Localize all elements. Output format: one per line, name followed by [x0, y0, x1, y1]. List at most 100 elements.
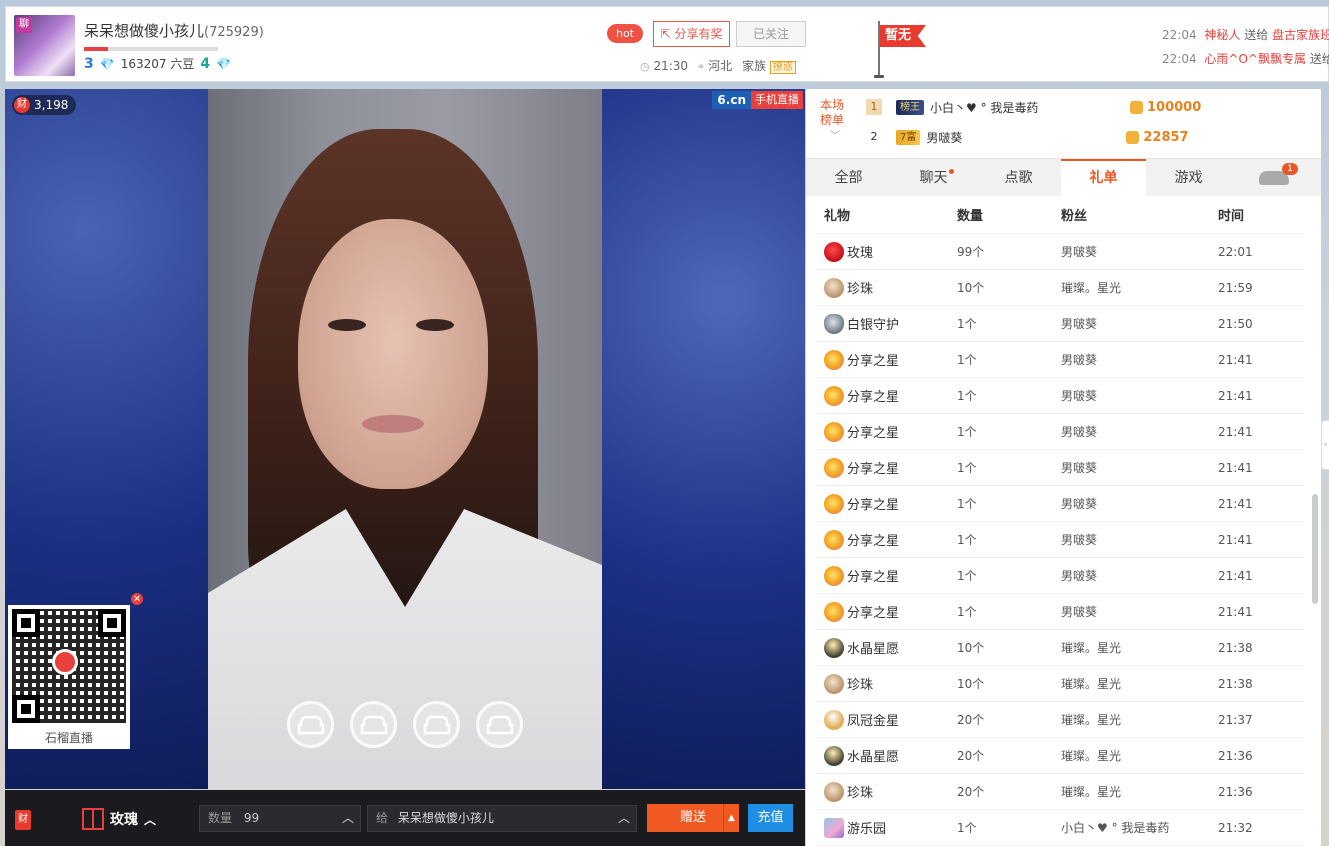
caret-up-icon[interactable]: ▲: [723, 804, 739, 832]
follow-button[interactable]: 已关注: [736, 21, 806, 47]
gift-fan[interactable]: 璀璨。星光: [1061, 639, 1218, 656]
gift-fan[interactable]: 男啵葵: [1061, 567, 1218, 584]
ranking-row[interactable]: 1 榜王 小白丶♥ ° 我是毒药 100000: [866, 94, 1306, 120]
tab-chat[interactable]: 聊天: [891, 159, 976, 197]
sofa-seat[interactable]: [350, 701, 397, 748]
tab-cars[interactable]: 1: [1231, 159, 1316, 197]
room-id: (725929): [204, 25, 264, 40]
rank-score: 100000: [1130, 100, 1201, 115]
gift-fan[interactable]: 男啵葵: [1061, 531, 1218, 548]
gift-fan[interactable]: 男啵葵: [1061, 351, 1218, 368]
sofa-icon: [297, 715, 324, 734]
gift-selector[interactable]: 玫瑰 ︿: [82, 808, 156, 830]
park-gift-icon: [824, 817, 844, 838]
sofa-icon: [360, 715, 387, 734]
anchor-avatar[interactable]: 聊: [14, 15, 75, 76]
share-button[interactable]: ⇱ 分享有奖: [653, 21, 730, 47]
rank-score: 22857: [1126, 130, 1189, 145]
gift-time: 21:37: [1218, 712, 1253, 727]
room-header: 聊 呆呆想做傻小孩儿(725929) 3 💎 163207 六豆 4 💎 hot…: [5, 6, 1329, 82]
send-gift-button[interactable]: 赠送 ▲: [647, 804, 739, 832]
ranking-label[interactable]: 本场榜单 ﹀: [820, 98, 850, 144]
ranking-row[interactable]: 2 7富 男啵葵 22857: [866, 124, 1306, 150]
tab-all[interactable]: 全部: [806, 159, 891, 197]
gift-cell: 珍珠: [816, 673, 957, 694]
chevron-down-icon: ﹀: [830, 131, 840, 142]
table-row: 白银守护 1个 男啵葵 21:50: [816, 306, 1304, 342]
tab-games[interactable]: 游戏: [1146, 159, 1231, 197]
gift-name: 分享之星: [847, 390, 900, 405]
gift-feed-line: 22:04 神秘人 送给 盘古家族班: [1162, 25, 1329, 49]
gift-fan[interactable]: 璀璨。星光: [1061, 711, 1218, 728]
feed-user[interactable]: 心雨^O^飘飘专属: [1204, 52, 1306, 66]
tab-gift-list[interactable]: 礼单: [1061, 159, 1146, 197]
gift-fan[interactable]: 男啵葵: [1061, 603, 1218, 620]
clock-icon: ◷: [640, 59, 650, 73]
star-gift-icon: [824, 385, 844, 406]
recharge-button[interactable]: 充值: [748, 804, 793, 832]
gift-qty: 10个: [957, 281, 985, 295]
quantity-select[interactable]: 数量 99 ︿: [199, 805, 361, 832]
table-row: 分享之星 1个 男啵葵 21:41: [816, 378, 1304, 414]
sofa-seat[interactable]: [287, 701, 334, 748]
gift-fan[interactable]: 男啵葵: [1061, 459, 1218, 476]
gift-cell: 分享之星: [816, 601, 957, 622]
recipient-label: 给: [376, 811, 389, 825]
sofa-seat[interactable]: [413, 701, 460, 748]
gift-name: 珍珠: [847, 786, 874, 801]
gift-fan[interactable]: 男啵葵: [1061, 387, 1218, 404]
mobile-live-tag: 手机直播: [751, 91, 803, 109]
gift-name: 白银守护: [847, 318, 900, 333]
gift-cell: 分享之星: [816, 565, 957, 586]
rank-number: 1: [866, 99, 882, 115]
rank-badge: 榜王: [896, 99, 924, 115]
gift-fan[interactable]: 男啵葵: [1061, 423, 1218, 440]
gift-fan[interactable]: 小白丶♥ ° 我是毒药: [1061, 819, 1218, 836]
tab-songs[interactable]: 点歌: [976, 159, 1061, 197]
gift-qty: 99个: [957, 245, 985, 259]
rose-gift-icon: [824, 241, 844, 262]
gift-name: 珍珠: [847, 282, 874, 297]
sofa-seat[interactable]: [476, 701, 523, 748]
gift-fan[interactable]: 璀璨。星光: [1061, 747, 1218, 764]
tab-chat-label: 聊天: [919, 170, 948, 186]
star-gift-icon: [824, 349, 844, 370]
quantity-label: 数量: [208, 811, 233, 825]
coin-count: 163207 六豆: [120, 57, 195, 71]
gift-time: 21:41: [1218, 568, 1253, 583]
gift-time: 21:36: [1218, 748, 1253, 763]
wealth-icon[interactable]: 财: [15, 810, 31, 830]
table-row: 分享之星 1个 男啵葵 21:41: [816, 414, 1304, 450]
gift-time: 21:41: [1218, 352, 1253, 367]
gift-cell: 分享之星: [816, 421, 957, 442]
qr-close-icon[interactable]: ×: [131, 593, 143, 605]
gift-fan[interactable]: 男啵葵: [1061, 315, 1218, 332]
collapse-panel-handle[interactable]: ›: [1321, 420, 1329, 470]
gift-cell: 水晶星愿: [816, 745, 957, 766]
family-badge[interactable]: 撩惑: [769, 61, 796, 74]
feed-user[interactable]: 神秘人: [1204, 28, 1240, 42]
chevron-up-icon: ︿: [341, 811, 354, 825]
recipient-select[interactable]: 给 呆呆想做傻小孩儿 ︿: [367, 805, 637, 832]
gift-fan[interactable]: 璀璨。星光: [1061, 279, 1218, 296]
gift-cell: 凤冠金星: [816, 709, 957, 730]
video-stream: [208, 89, 602, 789]
video-blur-right: [602, 89, 805, 789]
gift-name: 分享之星: [847, 354, 900, 369]
gift-name: 珍珠: [847, 678, 874, 693]
gift-cell: 白银守护: [816, 313, 957, 334]
flag-base: [874, 75, 884, 78]
gift-fan[interactable]: 璀璨。星光: [1061, 675, 1218, 692]
scrollbar-thumb[interactable]: [1312, 494, 1318, 604]
gift-fan[interactable]: 璀璨。星光: [1061, 783, 1218, 800]
gift-time: 21:41: [1218, 496, 1253, 511]
video-player[interactable]: 财 3,198 6.cn 手机直播 × 石榴直播: [5, 89, 805, 789]
scrollbar[interactable]: [1312, 196, 1318, 846]
gift-fan[interactable]: 男啵葵: [1061, 495, 1218, 512]
gift-time: 21:41: [1218, 460, 1253, 475]
gift-qty: 1个: [957, 497, 977, 511]
gift-fan[interactable]: 男啵葵: [1061, 243, 1218, 260]
level-row: 3 💎 163207 六豆 4 💎: [84, 55, 231, 72]
rank-number: 2: [870, 130, 878, 143]
feed-target[interactable]: 盘古家族班: [1272, 28, 1329, 42]
